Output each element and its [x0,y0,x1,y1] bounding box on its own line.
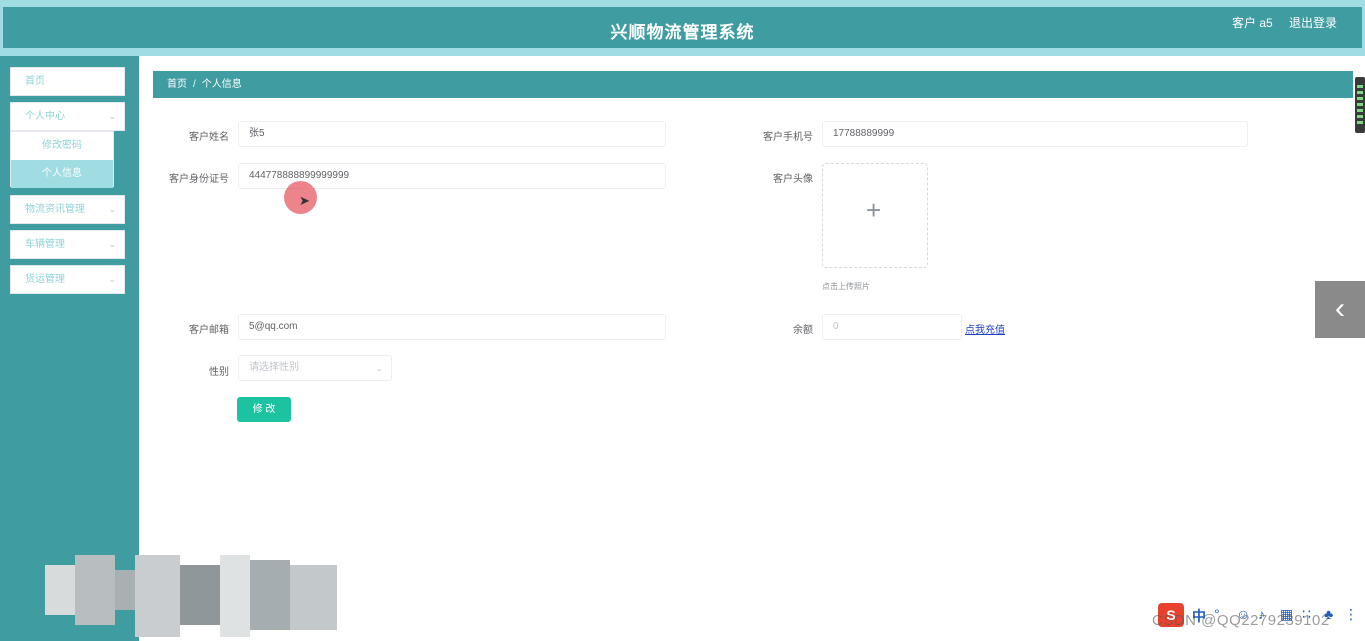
sidebar-item-home[interactable]: 首页 [10,67,125,96]
avatar-label: 客户头像 [773,174,813,185]
upload-tip: 点击上传照片 [822,282,870,291]
side-collapse-button[interactable]: ‹ [1315,281,1365,338]
sidebar-item-label: 个人中心 [25,111,65,122]
email-field[interactable]: 5@qq.com [238,314,666,340]
gender-label: 性别 [209,367,229,378]
name-field[interactable]: 张5 [238,121,666,147]
recharge-link[interactable]: 点我充值 [965,321,1005,336]
avatar-upload[interactable]: + [822,163,928,268]
pixelated-overlay [45,555,337,637]
logout-link[interactable]: 退出登录 [1289,14,1337,31]
sidebar-item-vehicle[interactable]: 车辆管理 ⌄ [10,230,125,259]
sidebar-item-label: 首页 [25,76,45,87]
sidebar-item-personal-center[interactable]: 个人中心 ⌄ [10,102,125,131]
submenu-item-change-password[interactable]: 修改密码 [11,132,113,160]
breadcrumb-separator: / [193,79,196,90]
gender-select[interactable]: 请选择性别 ⌄ [238,355,392,381]
watermark-text: CSDN @QQ2279239102 [1152,612,1330,629]
personal-center-submenu: 修改密码 个人信息 [10,131,114,188]
top-header: 兴顺物流管理系统 客户 a5 退出登录 [0,0,1365,56]
chevron-down-icon: ⌄ [375,363,383,373]
balance-field: 0 [822,314,962,340]
header-bar: 兴顺物流管理系统 [3,7,1362,48]
toolbox-icon[interactable]: ⋮ [1344,606,1358,623]
balance-label: 余额 [793,325,813,336]
chevron-down-icon: ⌄ [108,111,116,121]
sidebar-item-label: 物流资讯管理 [25,204,85,215]
name-label: 客户姓名 [189,132,229,143]
sidebar-item-label: 车辆管理 [25,239,65,250]
submenu-item-personal-info[interactable]: 个人信息 [11,160,113,188]
current-user: 客户 a5 [1232,16,1273,30]
chevron-down-icon: ⌄ [108,204,116,214]
breadcrumb-home[interactable]: 首页 [167,79,187,90]
chevron-down-icon: ⌄ [108,274,116,284]
app-title: 兴顺物流管理系统 [610,23,755,42]
sidebar-item-logistics-news[interactable]: 物流资讯管理 ⌄ [10,195,125,224]
phone-field[interactable]: 17788889999 [822,121,1248,147]
breadcrumb: 首页 / 个人信息 [153,71,1353,98]
plus-icon: + [866,195,882,225]
submit-button[interactable]: 修 改 [237,397,291,422]
email-label: 客户邮箱 [189,325,229,336]
gender-select-placeholder: 请选择性别 [249,362,299,373]
phone-label: 客户手机号 [763,132,813,143]
idcard-label: 客户身份证号 [169,174,229,185]
chevron-down-icon: ⌄ [108,239,116,249]
sidebar-item-label: 货运管理 [25,274,65,285]
mouse-cursor-icon: ➤ [299,193,310,208]
sidebar-item-freight[interactable]: 货运管理 ⌄ [10,265,125,294]
breadcrumb-current: 个人信息 [201,79,242,90]
level-meter-icon [1355,77,1365,133]
